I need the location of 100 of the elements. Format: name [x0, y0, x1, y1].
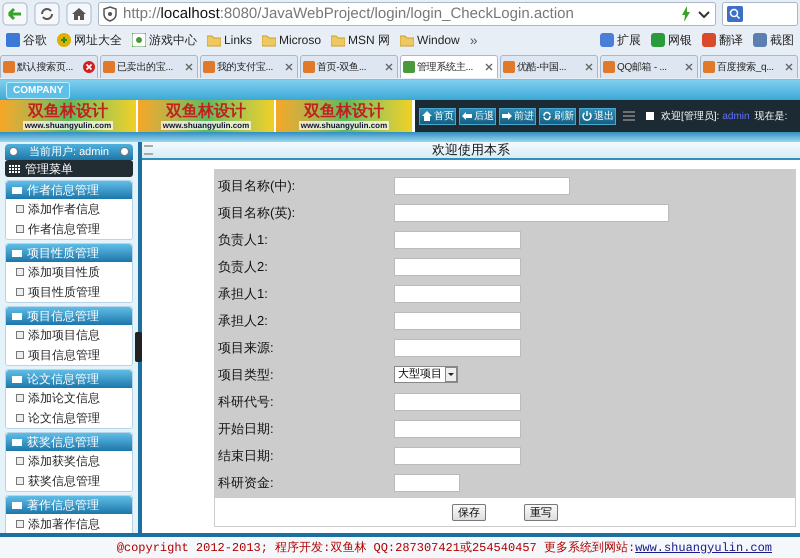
bookmark-item[interactable]: 游戏中心: [132, 31, 197, 49]
field-label: 承担人1:: [218, 284, 269, 303]
search-icon: [727, 6, 743, 22]
pin-icon: [120, 147, 129, 156]
input-field[interactable]: [394, 446, 521, 464]
menu-item[interactable]: 论文信息管理: [6, 408, 132, 428]
browser-tab[interactable]: 百度搜索_q...: [700, 55, 798, 78]
nav-button[interactable]: 后退: [459, 108, 496, 124]
favicon-icon: [603, 61, 615, 73]
page-icon: [16, 520, 24, 528]
site-icon: [132, 33, 146, 47]
forward-icon: [501, 110, 513, 122]
toolbar-item[interactable]: 截图: [753, 31, 794, 49]
field-label: 结束日期:: [218, 446, 275, 465]
input-field[interactable]: [394, 204, 669, 222]
back-icon: [461, 110, 473, 122]
collapse-handle[interactable]: [135, 332, 142, 362]
caret-icon: [445, 367, 457, 382]
close-icon[interactable]: [783, 61, 795, 73]
browser-tab[interactable]: 我的支付宝...: [200, 55, 298, 78]
input-field[interactable]: [394, 392, 521, 410]
logo-url: www.shuangyulin.com: [22, 120, 114, 130]
toolbar-item[interactable]: 网银: [651, 31, 692, 49]
menu-item[interactable]: 添加著作信息: [6, 514, 132, 533]
field-label: 项目来源:: [218, 338, 275, 357]
user-name: admin: [722, 110, 750, 124]
nav-button[interactable]: 前进: [499, 108, 536, 124]
form-button[interactable]: 保存: [452, 504, 486, 520]
browser-tab[interactable]: 默认搜索页...: [0, 55, 98, 78]
home-icon[interactable]: [66, 2, 92, 26]
logo-text: 双鱼林设计: [28, 102, 108, 120]
input-field[interactable]: [394, 176, 570, 194]
company-badge: COMPANY: [6, 82, 70, 98]
input-field[interactable]: [394, 258, 521, 276]
menu-icon[interactable]: [623, 111, 635, 121]
bookmark-item[interactable]: MSN 网: [331, 31, 390, 49]
input-field[interactable]: [394, 338, 521, 356]
nav-button[interactable]: 首页: [419, 108, 456, 124]
menu-item[interactable]: 项目信息管理: [6, 345, 132, 365]
favicon-icon: [3, 61, 15, 73]
toolbar-item[interactable]: 扩展: [600, 31, 641, 49]
field-label: 项目名称(英):: [218, 204, 296, 222]
bookmark-item[interactable]: 网址大全: [57, 31, 122, 49]
menu-item[interactable]: 获奖信息管理: [6, 471, 132, 491]
bookmark-item[interactable]: Microso: [262, 31, 322, 49]
input-field[interactable]: [394, 474, 460, 492]
page-icon: [16, 288, 24, 296]
panel-icon: [12, 376, 22, 382]
refresh-icon: [541, 110, 553, 122]
page-icon: [16, 351, 24, 359]
menu-item[interactable]: 添加项目性质: [6, 262, 132, 282]
bookmark-item[interactable]: Window: [400, 31, 460, 49]
search-field[interactable]: [722, 2, 798, 26]
menu-item[interactable]: 添加论文信息: [6, 388, 132, 408]
page-icon: [16, 414, 24, 422]
close-icon[interactable]: [683, 61, 695, 73]
input-field[interactable]: [394, 284, 521, 302]
menu-item[interactable]: 项目性质管理: [6, 282, 132, 302]
menu-item[interactable]: 添加作者信息: [6, 199, 132, 219]
close-icon[interactable]: [183, 61, 195, 73]
page-icon: [16, 331, 24, 339]
browser-tab[interactable]: 已卖出的宝...: [100, 55, 198, 78]
browser-tab[interactable]: QQ邮箱 - ...: [600, 55, 698, 78]
nav-button[interactable]: 退出: [579, 108, 616, 124]
close-icon[interactable]: [83, 61, 95, 73]
form-button[interactable]: 重写: [524, 504, 558, 520]
menu-title: 管理菜单: [25, 160, 73, 178]
page-icon: [16, 457, 24, 465]
logo-url: www.shuangyulin.com: [160, 120, 252, 130]
input-field[interactable]: [394, 420, 521, 438]
welcome-text: 欢迎[管理员]:: [661, 110, 720, 124]
menu-item[interactable]: 添加获奖信息: [6, 451, 132, 471]
close-icon[interactable]: [283, 61, 295, 73]
menu-item[interactable]: 添加项目信息: [6, 325, 132, 345]
menu-item[interactable]: 作者信息管理: [6, 219, 132, 239]
input-field[interactable]: [394, 230, 521, 248]
logo-text: 双鱼林设计: [166, 102, 246, 120]
page-title: 欢迎使用本系: [432, 141, 510, 160]
website-link[interactable]: www.shuangyulin.com: [635, 540, 772, 554]
more-bookmarks[interactable]: »: [470, 30, 478, 50]
field-label: 项目名称(中):: [218, 176, 296, 195]
site-icon: [57, 33, 71, 47]
browser-tab[interactable]: 管理系统主...: [400, 55, 498, 78]
nav-button[interactable]: 刷新: [539, 108, 576, 124]
close-icon[interactable]: [483, 61, 495, 73]
back-icon[interactable]: [2, 2, 28, 26]
refresh-icon[interactable]: [34, 2, 60, 26]
bookmark-item[interactable]: 谷歌: [6, 31, 47, 49]
input-field[interactable]: [394, 312, 521, 330]
dropdown[interactable]: 大型项目: [394, 366, 458, 383]
bookmark-item[interactable]: Links: [207, 31, 252, 49]
close-icon[interactable]: [383, 61, 395, 73]
browser-tab[interactable]: 首页-双鱼...: [300, 55, 398, 78]
browser-tab[interactable]: 优酷-中国...: [500, 55, 598, 78]
field-label: 项目类型:: [218, 366, 275, 384]
address-bar[interactable]: http://localhost:8080/JavaWebProject/login/login_CheckLogin.action: [98, 2, 716, 26]
toolbar-item[interactable]: 翻译: [702, 31, 743, 49]
close-icon[interactable]: [583, 61, 595, 73]
field-label: 负责人1:: [218, 230, 269, 249]
current-user-label: 当前用户: admin: [28, 144, 110, 160]
